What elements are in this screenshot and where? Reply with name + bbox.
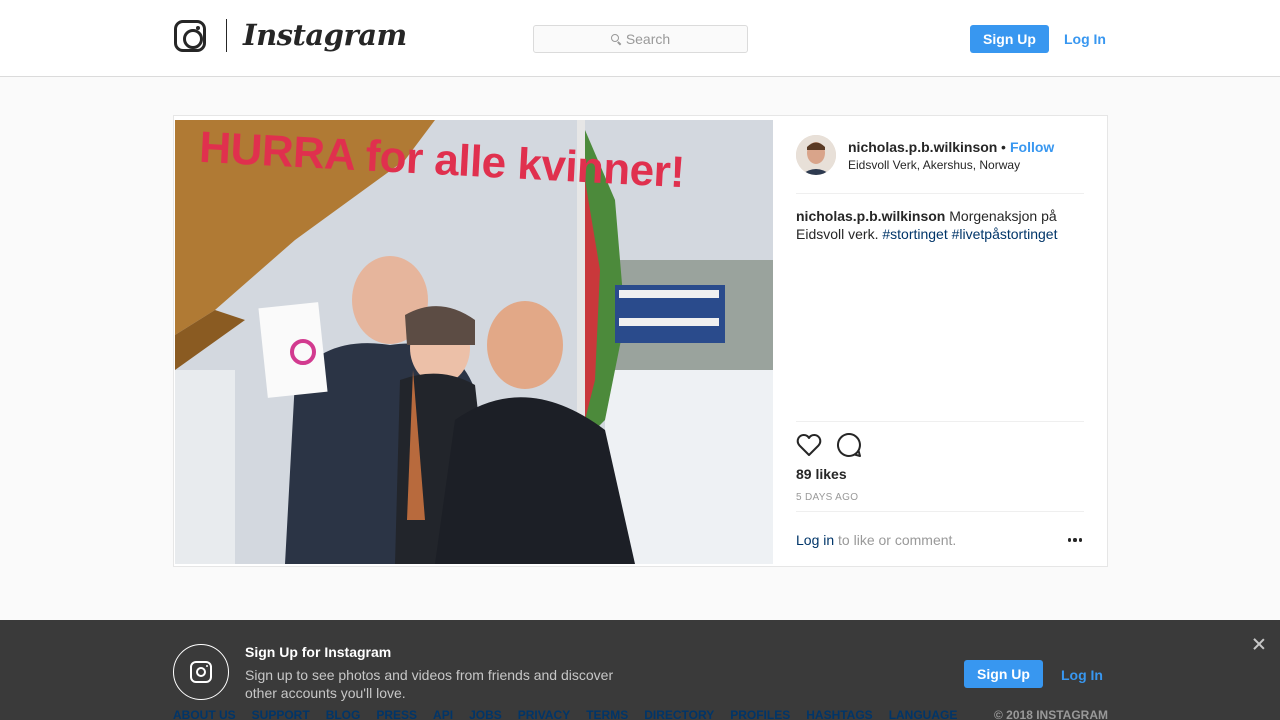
banner-title: Sign Up for Instagram [245, 644, 392, 660]
signup-banner: Sign Up for Instagram Sign up to see pho… [0, 620, 1280, 720]
more-options-icon[interactable] [1068, 537, 1082, 543]
follow-button[interactable]: Follow [1010, 139, 1054, 155]
logo-divider [226, 19, 227, 52]
post-timestamp[interactable]: 5 DAYS AGO [796, 492, 858, 503]
footer-link-profiles[interactable]: PROFILES [730, 708, 790, 720]
instagram-logo-icon[interactable] [174, 20, 206, 52]
heart-icon[interactable] [796, 433, 822, 457]
post-card: HURRA for alle kvinner! nicholas.p.b.wil… [173, 115, 1108, 567]
signup-button[interactable]: Sign Up [970, 25, 1049, 53]
footer-link-support[interactable]: SUPPORT [252, 708, 310, 720]
divider [796, 421, 1084, 422]
banner-signup-button[interactable]: Sign Up [964, 660, 1043, 688]
post-caption: nicholas.p.b.wilkinson Morgenaksjon på E… [796, 207, 1076, 243]
post-photo[interactable]: HURRA for alle kvinner! [175, 120, 773, 564]
banner-instagram-icon [173, 644, 229, 700]
login-prompt-suffix: to like or comment. [834, 532, 957, 548]
footer-link-hashtags[interactable]: HASHTAGS [806, 708, 872, 720]
likes-count[interactable]: 89 likes [796, 466, 847, 482]
search-input[interactable]: Search [533, 25, 748, 53]
login-to-like-link[interactable]: Log in [796, 532, 834, 548]
divider [796, 511, 1084, 512]
post-sidebar: nicholas.p.b.wilkinson • Follow Eidsvoll… [796, 116, 1084, 568]
copyright: © 2018 INSTAGRAM [994, 708, 1108, 720]
post-location[interactable]: Eidsvoll Verk, Akershus, Norway [848, 158, 1020, 172]
login-link[interactable]: Log In [1064, 31, 1106, 47]
footer-link-language[interactable]: LANGUAGE [889, 708, 958, 720]
author-username[interactable]: nicholas.p.b.wilkinson [848, 139, 997, 155]
instagram-wordmark[interactable]: Instagram [243, 18, 407, 52]
comment-icon[interactable] [836, 432, 862, 458]
divider [796, 193, 1084, 194]
follow-separator: • [1001, 139, 1006, 155]
footer-link-api[interactable]: API [433, 708, 453, 720]
hashtag-livetpastortinget[interactable]: #livetpåstortinget [952, 226, 1058, 242]
footer-links: ABOUT US SUPPORT BLOG PRESS API JOBS PRI… [173, 708, 957, 720]
footer-link-directory[interactable]: DIRECTORY [644, 708, 714, 720]
footer-link-terms[interactable]: TERMS [586, 708, 628, 720]
footer-link-about[interactable]: ABOUT US [173, 708, 236, 720]
footer-link-jobs[interactable]: JOBS [469, 708, 502, 720]
login-prompt: Log in to like or comment. [796, 532, 956, 548]
banner-description: Sign up to see photos and videos from fr… [245, 667, 614, 701]
top-header: Instagram Search Sign Up Log In [0, 0, 1280, 77]
close-icon[interactable] [1253, 638, 1265, 650]
footer-link-privacy[interactable]: PRIVACY [518, 708, 570, 720]
banner-login-link[interactable]: Log In [1061, 667, 1103, 683]
search-icon [610, 34, 621, 44]
hashtag-stortinget[interactable]: #stortinget [882, 226, 947, 242]
caption-author[interactable]: nicholas.p.b.wilkinson [796, 208, 945, 224]
search-placeholder: Search [625, 31, 671, 47]
footer-link-press[interactable]: PRESS [376, 708, 417, 720]
footer-link-blog[interactable]: BLOG [326, 708, 361, 720]
author-avatar[interactable] [796, 135, 836, 175]
